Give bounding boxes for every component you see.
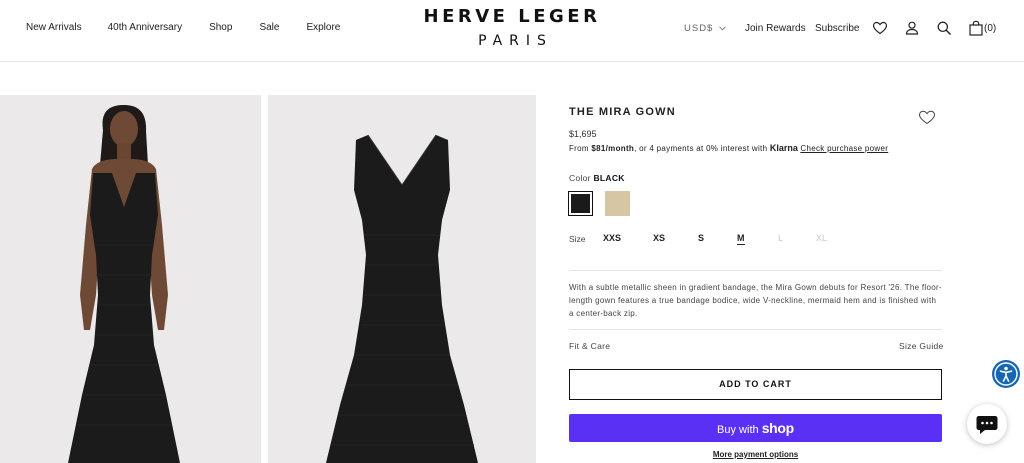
heart-icon[interactable] xyxy=(872,20,888,36)
fit-care-toggle[interactable]: Fit & Care xyxy=(569,341,610,351)
shop-pay-logo: shop xyxy=(761,420,795,436)
product-title: THE MIRA GOWN xyxy=(569,106,676,118)
logo-wordmark: HERVE LEGER xyxy=(423,6,601,27)
size-l[interactable]: L xyxy=(778,233,783,243)
buy-with-label: Buy with xyxy=(717,424,759,436)
swatch-black[interactable] xyxy=(568,191,593,216)
logo-subtitle: PARIS xyxy=(478,33,553,49)
more-payment-options-link[interactable]: More payment options xyxy=(569,450,942,459)
divider xyxy=(569,270,942,271)
product-image-flat[interactable] xyxy=(268,95,536,463)
accessibility-button[interactable] xyxy=(992,360,1020,388)
site-header: New Arrivals 40th Anniversary Shop Sale … xyxy=(0,0,1024,62)
chat-bubble-icon xyxy=(976,416,998,434)
klarna-amount: $81/month xyxy=(591,144,635,153)
color-label-text: Color xyxy=(569,173,591,183)
chevron-down-icon xyxy=(719,26,726,31)
chat-button[interactable] xyxy=(967,404,1007,444)
klarna-logo: Klarna xyxy=(769,143,798,153)
color-value: BLACK xyxy=(593,173,625,183)
product-image-model[interactable] xyxy=(0,95,261,463)
size-guide-link[interactable]: Size Guide xyxy=(899,341,944,351)
cart-count[interactable]: (0) xyxy=(984,23,996,34)
swatch-gold-fill xyxy=(605,191,630,216)
currency-selector[interactable]: USD$ xyxy=(684,23,726,34)
swatch-gold[interactable] xyxy=(605,191,630,216)
product-price: $1,695 xyxy=(569,129,597,139)
klarna-prefix: From xyxy=(569,144,592,153)
search-icon[interactable] xyxy=(936,20,952,36)
join-rewards-link[interactable]: Join Rewards xyxy=(745,23,806,34)
size-xs[interactable]: XS xyxy=(653,233,665,243)
gown-front-image xyxy=(268,95,536,463)
bag-icon[interactable] xyxy=(968,20,984,36)
klarna-financing: From $81/month, or 4 payments at 0% inte… xyxy=(569,143,888,153)
model-wearing-gown-image xyxy=(0,95,261,463)
subscribe-link[interactable]: Subscribe xyxy=(815,23,859,34)
buy-with-shop-button[interactable]: Buy with shop xyxy=(569,414,942,442)
check-purchase-power-link[interactable]: Check purchase power xyxy=(800,144,888,153)
size-xxs[interactable]: XXS xyxy=(603,233,621,243)
add-to-cart-button[interactable]: ADD TO CART xyxy=(569,369,942,400)
size-s[interactable]: S xyxy=(698,233,704,243)
account-icon[interactable] xyxy=(904,20,920,36)
accessibility-icon xyxy=(994,362,1018,386)
wishlist-heart-icon[interactable] xyxy=(918,109,936,125)
size-label: Size xyxy=(569,234,586,244)
currency-label: USD$ xyxy=(684,23,714,34)
brand-logo[interactable]: HERVE LEGER PARIS xyxy=(0,6,1024,50)
color-label: Color BLACK xyxy=(569,173,625,183)
swatch-black-fill xyxy=(571,194,590,213)
divider xyxy=(569,329,942,330)
product-description: With a subtle metallic sheen in gradient… xyxy=(569,283,942,318)
size-m[interactable]: M xyxy=(737,233,745,245)
klarna-middle: , or 4 payments at 0% interest with xyxy=(634,144,770,153)
size-xl[interactable]: XL xyxy=(816,233,827,243)
